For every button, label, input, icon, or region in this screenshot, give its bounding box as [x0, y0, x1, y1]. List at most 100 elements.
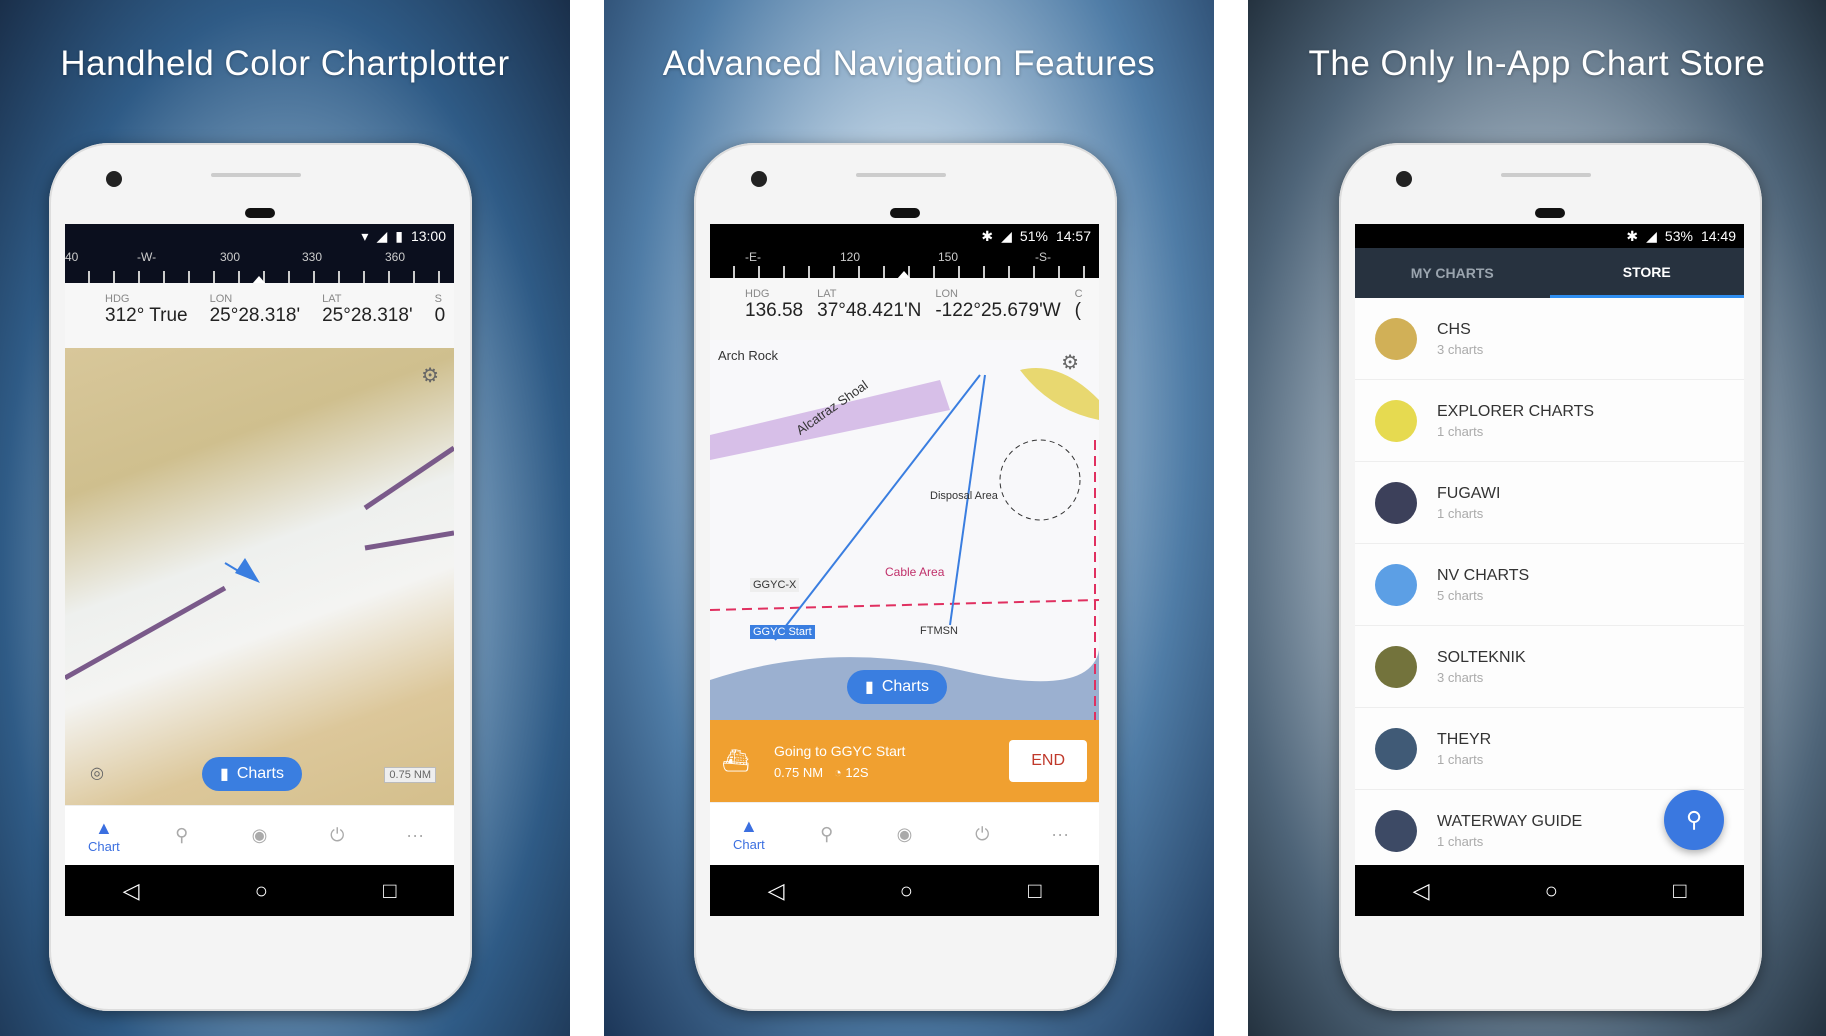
chart-count: 1 charts: [1437, 751, 1484, 767]
more-icon: ···: [406, 825, 425, 845]
navigation-banner: ⛴ Going to GGYC Start 0.75 NM ◔ 12S END: [710, 720, 1099, 802]
status-time: 14:57: [1055, 228, 1091, 244]
settings-gear-icon[interactable]: ⚙: [421, 363, 439, 388]
more-icon: ···: [1051, 823, 1070, 844]
speaker: [856, 173, 946, 177]
nav-chart[interactable]: ▲ Chart: [74, 818, 134, 854]
charts-button[interactable]: ▮ Charts: [202, 757, 302, 791]
tab-store[interactable]: STORE: [1549, 248, 1744, 298]
screen: ✱ ◢ 51% 14:57 -E- 120 150 -S- HDG 136.58 L…: [710, 224, 1099, 916]
chart-count: 3 charts: [1437, 669, 1484, 685]
publisher-logo-icon: [1375, 563, 1417, 606]
nav-routes[interactable]: ◉: [229, 825, 289, 846]
scale-bar: 0.75 NM: [384, 767, 436, 783]
store-list-item[interactable]: EXPLORER CHARTS 1 charts: [1355, 380, 1744, 462]
status-bar: ▾ ◢ ▮ 13:00: [65, 224, 454, 248]
recents-icon[interactable]: □: [383, 878, 396, 904]
publisher-name: EXPLORER CHARTS: [1437, 402, 1595, 420]
search-icon: ⚲: [1685, 807, 1703, 832]
track-icon: ⏻: [330, 825, 345, 845]
boat-icon: [235, 558, 260, 583]
panel-chart-store: The Only In-App Chart Store ✱ ◢ 53% 14:49…: [1248, 0, 1826, 1036]
compass-label: -S-: [1035, 250, 1051, 264]
waypoint-label[interactable]: GGYC Start: [750, 625, 815, 639]
map-label: Arch Rock: [718, 348, 778, 363]
compass-strip[interactable]: 40 -W- 300 330 360: [65, 248, 454, 284]
data-hdg: HDG 312° True: [105, 293, 188, 326]
sensor: [1535, 208, 1565, 218]
nav-markers[interactable]: ⚲: [797, 824, 857, 845]
compass-label: 40: [65, 250, 79, 264]
nav-markers[interactable]: ⚲: [152, 825, 212, 846]
settings-gear-icon[interactable]: ⚙: [1061, 350, 1079, 375]
nautical-chart-map[interactable]: ⚙ ◎ ▮ Charts 0.75 NM: [65, 348, 454, 805]
nav-more[interactable]: ···: [385, 825, 445, 846]
camera: [1396, 171, 1412, 187]
eta: 12S: [845, 764, 869, 780]
store-list-item[interactable]: CHS 3 charts: [1355, 298, 1744, 380]
back-icon[interactable]: ◁: [1413, 878, 1430, 904]
tab-my-charts[interactable]: MY CHARTS: [1355, 248, 1550, 298]
compass-label: 300: [220, 250, 241, 264]
publisher-logo-icon: [1375, 317, 1417, 360]
signal-icon: ◢: [1001, 227, 1012, 244]
panel-title: Advanced Navigation Features: [662, 44, 1156, 83]
publisher-name: FUGAWI: [1437, 484, 1501, 502]
data-cog: C(: [1074, 288, 1083, 321]
bluetooth-icon: ✱: [1626, 227, 1639, 244]
nautical-chart-map[interactable]: Arch Rock Alcatraz Shoal GGYC-X GGYC Sta…: [710, 340, 1099, 720]
sensor: [890, 208, 920, 218]
home-icon[interactable]: ○: [900, 878, 913, 904]
status-bar: ✱ ◢ 53% 14:49: [1355, 224, 1744, 248]
nav-more[interactable]: ···: [1030, 824, 1090, 845]
publisher-logo-icon: [1375, 645, 1417, 688]
route-icon: ◉: [896, 823, 913, 844]
status-time: 14:49: [1700, 228, 1736, 244]
recents-icon[interactable]: □: [1673, 878, 1686, 904]
back-icon[interactable]: ◁: [768, 878, 785, 904]
nav-chart[interactable]: ▲ Chart: [719, 816, 779, 852]
home-icon[interactable]: ○: [1545, 878, 1558, 904]
bottom-nav: ▲ Chart ⚲ ◉ ⏻ ···: [65, 805, 454, 865]
publisher-name: SOLTEKNIK: [1437, 648, 1526, 666]
chart-count: 1 charts: [1437, 833, 1484, 849]
search-button[interactable]: ⚲: [1664, 790, 1724, 850]
compass-strip[interactable]: -E- 120 150 -S-: [710, 248, 1099, 279]
clock-icon: ◔: [833, 764, 842, 780]
android-nav-bar: ◁ ○ □: [65, 865, 454, 916]
signal-icon: ◢: [376, 227, 388, 244]
android-nav-bar: ◁ ○ □: [1355, 865, 1744, 916]
chart-count: 1 charts: [1437, 423, 1484, 439]
marker-icon: ⚲: [175, 825, 189, 845]
data-bar[interactable]: HDG 136.58 LAT 37°48.421'N LON -122°25.679'…: [710, 278, 1099, 340]
data-hdg: HDG 136.58: [745, 288, 804, 321]
store-list-item[interactable]: NV CHARTS 5 charts: [1355, 544, 1744, 626]
back-icon[interactable]: ◁: [123, 878, 140, 904]
charts-button[interactable]: ▮ Charts: [847, 670, 947, 704]
wifi-icon: ▾: [361, 227, 369, 244]
camera: [751, 171, 767, 187]
data-lon: LON 25°28.318': [209, 293, 301, 326]
map-label: GGYC-X: [750, 578, 800, 592]
publisher-name: WATERWAY GUIDE: [1437, 812, 1583, 830]
recents-icon[interactable]: □: [1028, 878, 1041, 904]
nav-tracks[interactable]: ⏻: [952, 824, 1012, 845]
publisher-name: NV CHARTS: [1437, 566, 1530, 584]
nav-tracks[interactable]: ⏻: [307, 825, 367, 846]
store-list-item[interactable]: FUGAWI 1 charts: [1355, 462, 1744, 544]
bluetooth-icon: ✱: [981, 227, 994, 244]
home-icon[interactable]: ○: [255, 878, 268, 904]
map-label: Cable Area: [885, 565, 945, 579]
publisher-logo-icon: [1375, 727, 1417, 770]
compass-label: 120: [840, 250, 861, 264]
store-list-item[interactable]: SOLTEKNIK 3 charts: [1355, 626, 1744, 708]
end-navigation-button[interactable]: END: [1009, 740, 1087, 782]
locate-icon[interactable]: ◎: [90, 763, 104, 783]
status-time: 13:00: [410, 228, 446, 244]
chart-count: 3 charts: [1437, 341, 1484, 357]
data-bar[interactable]: HDG 312° True LON 25°28.318' LAT 25°28.318'…: [65, 283, 454, 348]
store-list-item[interactable]: THEYR 1 charts: [1355, 708, 1744, 790]
battery-percent: 53%: [1664, 228, 1693, 244]
nav-routes[interactable]: ◉: [874, 824, 934, 845]
compass-label: 330: [302, 250, 323, 264]
